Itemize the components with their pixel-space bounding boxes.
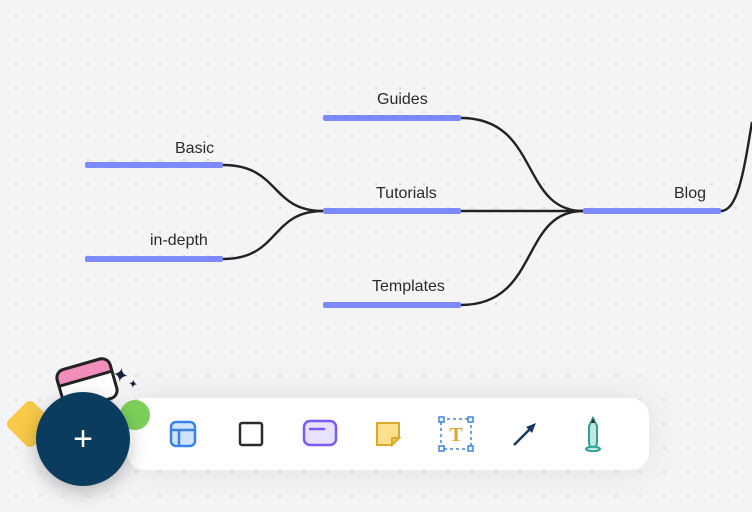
node-templates-label: Templates [372,278,445,296]
rectangle-icon [235,418,267,450]
node-basic-label: Basic [175,140,214,158]
node-indepth[interactable] [85,256,223,262]
arrow-icon [508,417,542,451]
card-tool[interactable] [300,414,340,454]
bottom-toolbar: T [127,398,649,470]
text-icon: T [438,416,474,452]
plus-icon: + [73,422,93,456]
sparkle-icon: ✦ [127,377,139,391]
arrow-tool[interactable] [505,414,545,454]
layout-template-tool[interactable] [163,414,203,454]
layout-icon [167,418,199,450]
node-tutorials-label: Tutorials [376,185,437,203]
sticky-note-icon [372,418,404,450]
fab-cluster: ✦ ✦ + [10,358,150,498]
node-blog[interactable] [583,208,721,214]
node-blog-label: Blog [674,185,706,203]
text-tool[interactable]: T [436,414,476,454]
node-guides[interactable] [323,115,461,121]
marker-icon [580,416,606,452]
node-templates[interactable] [323,302,461,308]
svg-text:T: T [450,424,464,446]
shape-rect-tool[interactable] [231,414,271,454]
node-indepth-label: in-depth [150,232,208,250]
card-icon [302,419,338,449]
node-guides-label: Guides [377,91,428,109]
mindmap-canvas[interactable]: Basic in-depth Guides Tutorials Template… [0,0,752,512]
sticky-note-tool[interactable] [368,414,408,454]
node-tutorials[interactable] [323,208,461,214]
node-basic[interactable] [85,162,223,168]
add-button[interactable]: + [36,392,130,486]
marker-tool[interactable] [573,414,613,454]
